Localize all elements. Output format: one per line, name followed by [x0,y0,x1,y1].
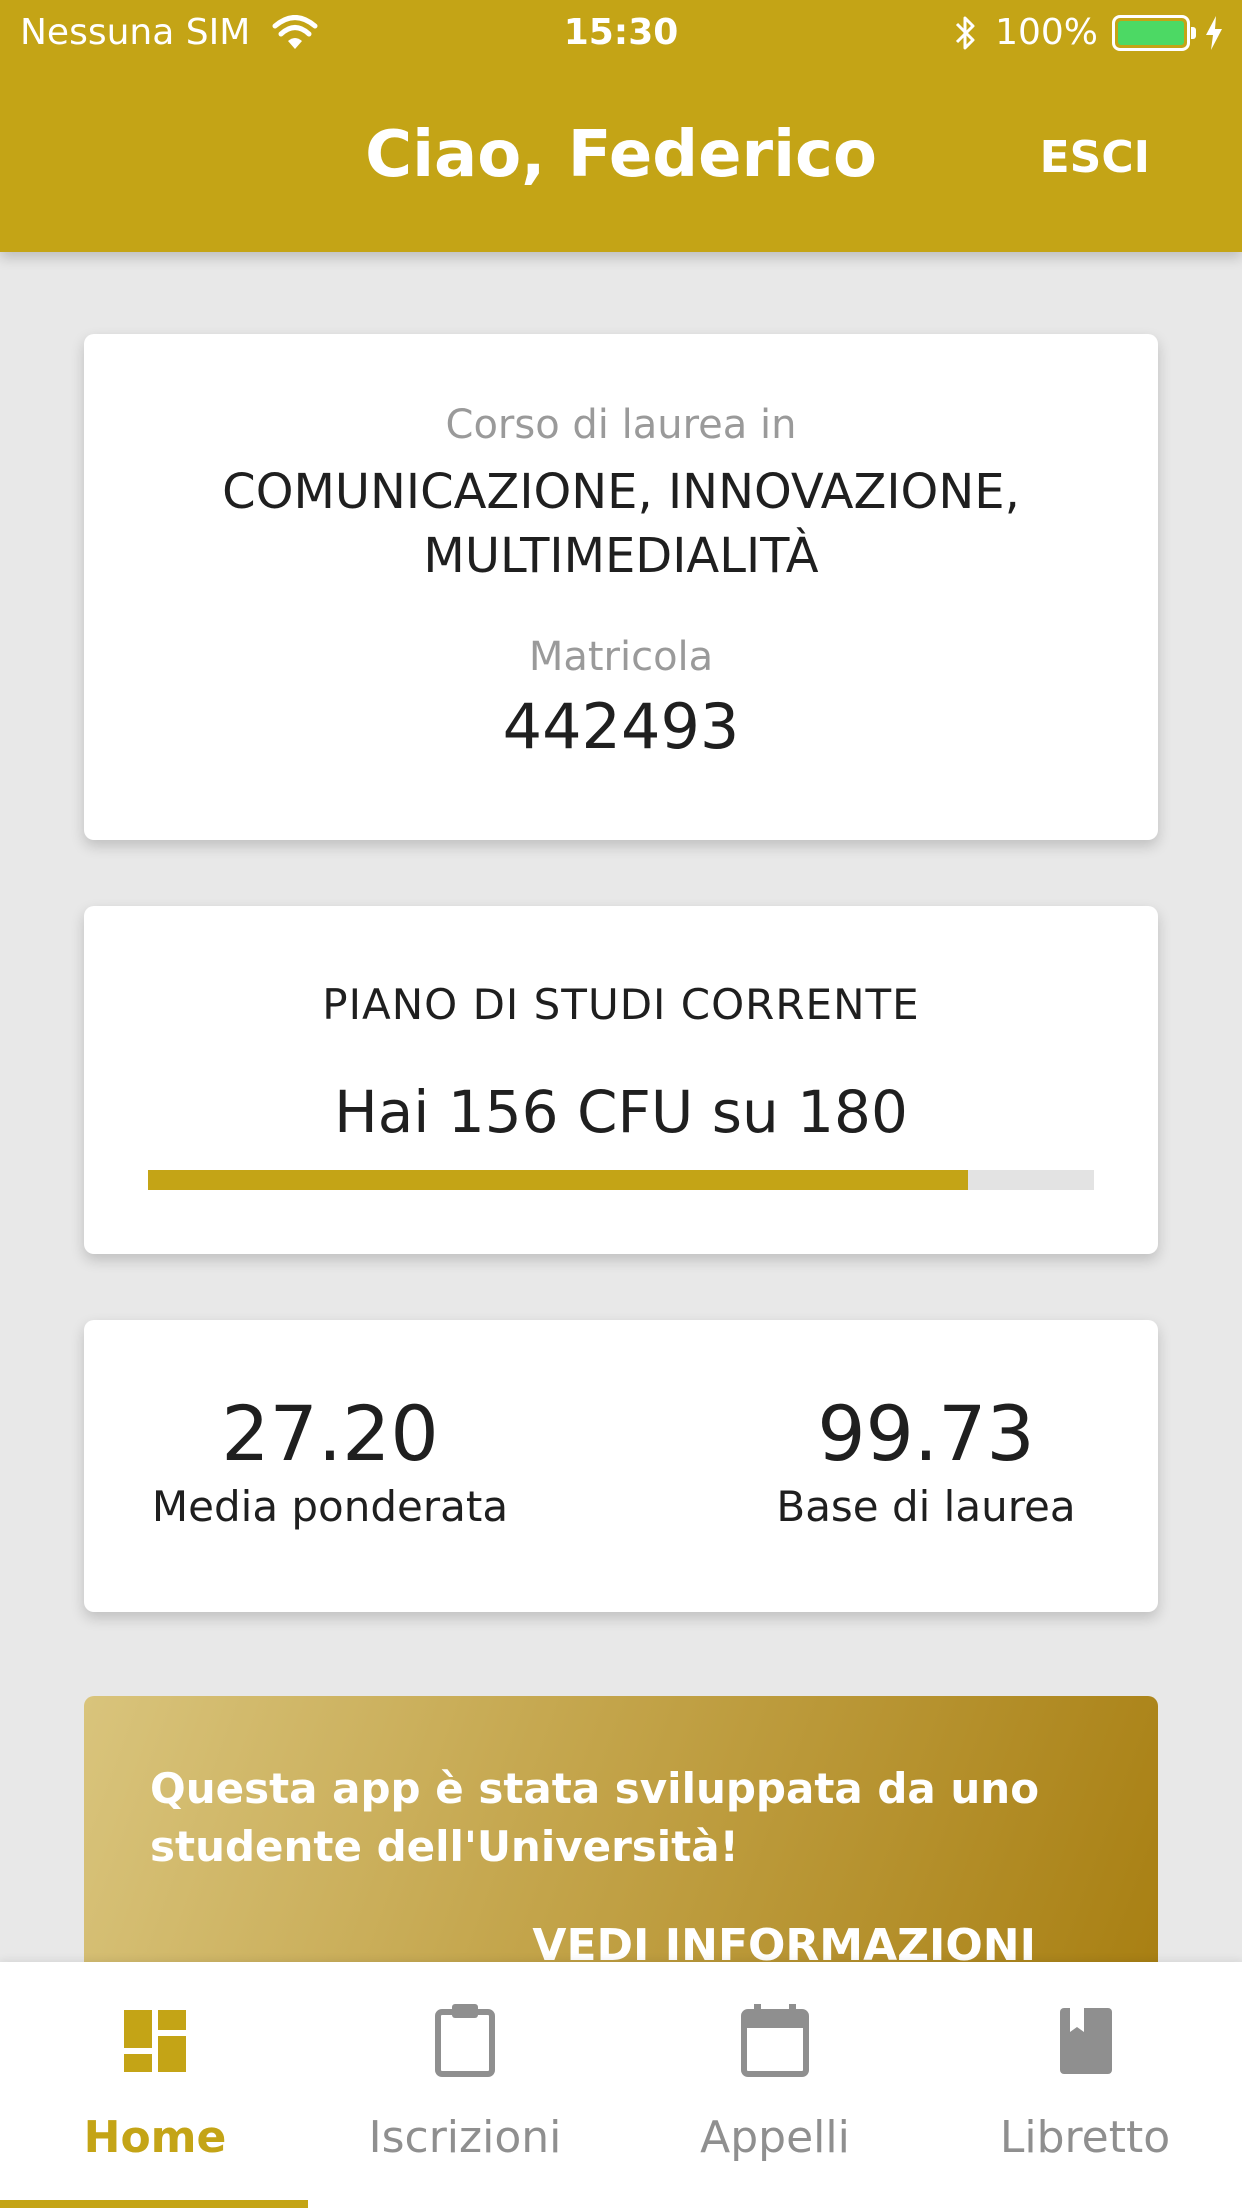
matricola-value: 442493 [502,690,740,763]
nav-item-libretto[interactable]: Libretto [930,1962,1240,2208]
cfu-progress-bar [148,1170,1094,1190]
grades-stats-card: 27.20 Media ponderata 99.73 Base di laur… [84,1320,1158,1612]
graduation-base-stat: 99.73 Base di laurea [756,1386,1096,1531]
weighted-average-label: Media ponderata [151,1482,509,1531]
cfu-progress-fill [148,1170,968,1190]
active-tab-indicator [0,2200,308,2208]
charging-icon [1206,15,1222,50]
study-plan-card[interactable]: PIANO DI STUDI CORRENTE Hai 156 CFU su 1… [84,906,1158,1254]
course-label: Corso di laurea in [445,402,797,448]
dashboard-icon [124,2010,186,2072]
nav-label-libretto: Libretto [999,2112,1171,2163]
logout-button[interactable]: ESCI [1040,132,1150,183]
calendar-icon [741,2004,809,2077]
info-banner: Questa app è stata sviluppata da uno stu… [84,1696,1158,1996]
nav-label-home: Home [83,2112,227,2163]
battery-icon [1112,14,1196,51]
graduation-base-value: 99.73 [817,1389,1035,1478]
nav-label-appelli: Appelli [700,2112,850,2163]
clipboard-icon [435,2004,495,2077]
banner-text: Questa app è stata sviluppata da uno stu… [150,1764,1040,1871]
study-plan-title: PIANO DI STUDI CORRENTE [322,980,920,1029]
bluetooth-icon [956,16,975,49]
nav-item-home[interactable]: Home [0,1962,310,2208]
matricola-label: Matricola [528,634,714,680]
status-bar: Nessuna SIM 15:30 100% [0,0,1242,66]
weighted-average-stat: 27.20 Media ponderata [140,1386,520,1531]
degree-card: Corso di laurea in COMUNICAZIONE, INNOVA… [84,334,1158,840]
nav-item-iscrizioni[interactable]: Iscrizioni [310,1962,620,2208]
cfu-progress-text: Hai 156 CFU su 180 [334,1078,908,1146]
status-bar-right: 100% [953,12,1224,53]
graduation-base-label: Base di laurea [776,1482,1076,1531]
book-icon [1060,2008,1112,2074]
course-name: COMUNICAZIONE, INNOVAZIONE, MULTIMEDIALI… [222,464,1020,584]
weighted-average-value: 27.20 [221,1389,439,1478]
battery-percentage: 100% [995,12,1098,53]
nav-item-appelli[interactable]: Appelli [620,1962,930,2208]
nav-label-iscrizioni: Iscrizioni [368,2112,562,2163]
app-header: Nessuna SIM 15:30 100% Ciao, Federico ES… [0,0,1242,252]
bottom-navigation: Home Iscrizioni Appelli Libretto [0,1962,1242,2208]
